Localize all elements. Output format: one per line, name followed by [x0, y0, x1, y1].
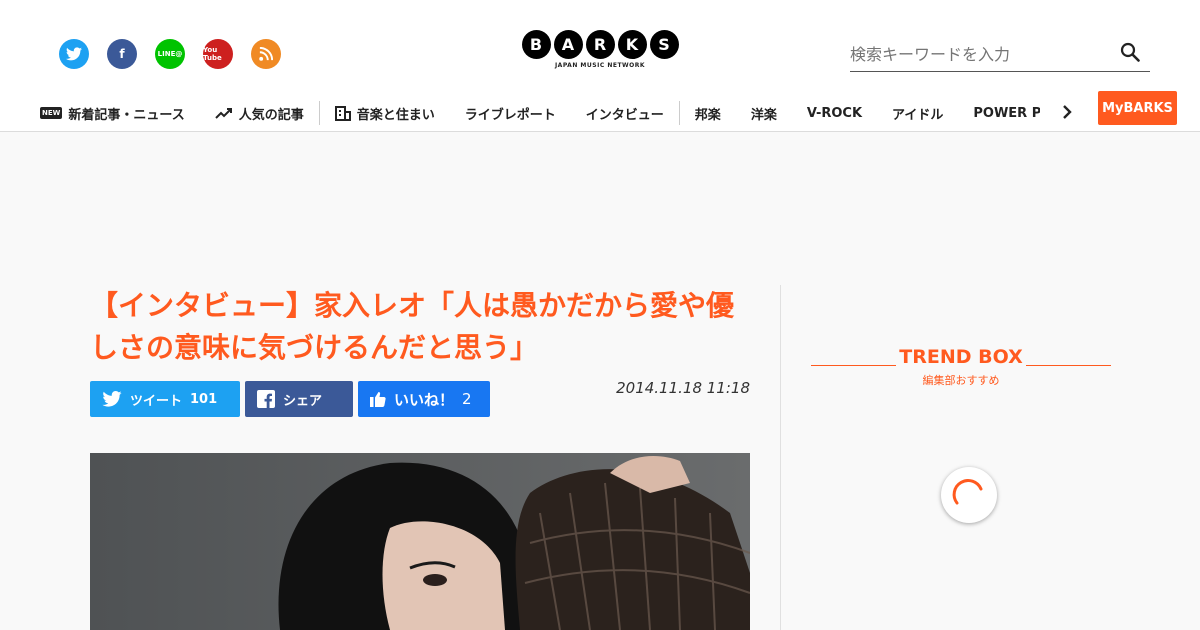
trend-box-subtitle: 編集部おすすめ: [922, 374, 1000, 387]
sidebar-divider: [780, 285, 781, 630]
publish-date: 2014.11.18 11:18: [616, 379, 750, 397]
logo-letter: A: [553, 30, 583, 59]
logo-letter: K: [617, 30, 647, 59]
nav-item-popular[interactable]: 人気の記事: [200, 104, 319, 123]
mybarks-button[interactable]: MyBARKS: [1098, 91, 1177, 125]
chevron-right-icon[interactable]: [1062, 103, 1072, 124]
tweet-label: ツイート: [130, 393, 183, 409]
facebook-icon: [257, 390, 275, 408]
logo-tagline: JAPAN MUSIC NETWORK: [554, 62, 646, 69]
facebook-icon[interactable]: f: [107, 39, 137, 69]
thumbs-up-icon: [370, 392, 386, 407]
search-box: [850, 38, 1150, 72]
nav-item-vrock[interactable]: V-ROCK: [792, 106, 877, 121]
search-input[interactable]: [850, 38, 1110, 70]
trend-rule-left: [811, 365, 896, 366]
social-links: f LINE@ You Tube: [59, 39, 281, 69]
like-count: 2: [462, 390, 472, 408]
trend-rule-right: [1026, 365, 1111, 366]
logo-letter: B: [521, 30, 551, 59]
trend-box: TREND BOX 編集部おすすめ: [811, 346, 1111, 388]
nav-item-label: POWER PUSH: [973, 105, 1040, 121]
nav-item-hogaku[interactable]: 邦楽: [680, 104, 736, 123]
nav-item-label: V-ROCK: [806, 105, 863, 121]
logo-letter: R: [585, 30, 615, 59]
logo-letter: S: [649, 30, 679, 59]
twitter-icon[interactable]: [59, 39, 89, 69]
global-nav: NEW 新着記事・ニュース 人気の記事 音楽と住まい ライブレポート インタビュ…: [40, 96, 1040, 130]
nav-item-label: 洋楽: [750, 107, 777, 123]
like-button[interactable]: いいね！ 2: [358, 381, 490, 417]
nav-item-interview[interactable]: インタビュー: [571, 104, 679, 123]
photo-placeholder: [90, 453, 750, 630]
nav-item-yogaku[interactable]: 洋楽: [736, 104, 792, 123]
nav-item-housing[interactable]: 音楽と住まい: [320, 104, 450, 123]
site-header: f LINE@ You Tube B A R K S JAPAN MUSIC N…: [0, 0, 1200, 132]
tweet-button[interactable]: ツイート 101: [90, 381, 240, 417]
trending-up-icon: [215, 108, 232, 119]
spinner-icon: [952, 479, 983, 505]
nav-item-label: インタビュー: [585, 107, 664, 123]
nav-item-idol[interactable]: アイドル: [877, 104, 958, 123]
nav-item-label: 音楽と住まい: [356, 107, 435, 123]
search-icon[interactable]: [1120, 42, 1140, 62]
twitter-icon: [102, 391, 122, 407]
article-hero-image: [90, 453, 750, 630]
nav-item-label: アイドル: [892, 107, 944, 123]
nav-item-power-push[interactable]: POWER PUSH: [958, 106, 1040, 121]
youtube-icon[interactable]: You Tube: [203, 39, 233, 69]
nav-item-live-report[interactable]: ライブレポート: [450, 104, 571, 123]
nav-item-label: 人気の記事: [238, 107, 304, 123]
like-label: いいね！: [394, 390, 455, 409]
tweet-count: 101: [190, 391, 218, 407]
nav-item-news[interactable]: NEW 新着記事・ニュース: [40, 104, 200, 123]
nav-item-label: 新着記事・ニュース: [68, 107, 185, 123]
line-icon[interactable]: LINE@: [155, 39, 185, 69]
loading-spinner: [941, 467, 997, 523]
facebook-share-button[interactable]: シェア: [245, 381, 353, 417]
logo-letters: B A R K S: [520, 30, 680, 59]
new-icon: NEW: [40, 107, 63, 119]
share-label: シェア: [283, 393, 323, 409]
article-title: 【インタビュー】家入レオ「人は愚かだから愛や優しさの意味に気づけるんだと思う」: [90, 289, 735, 364]
rss-icon[interactable]: [251, 39, 281, 69]
barks-logo[interactable]: B A R K S JAPAN MUSIC NETWORK: [520, 30, 680, 69]
building-icon: [334, 105, 351, 121]
nav-item-label: ライブレポート: [464, 107, 556, 123]
nav-item-label: 邦楽: [694, 107, 721, 123]
article-header: 【インタビュー】家入レオ「人は愚かだから愛や優しさの意味に気づけるんだと思う」 …: [90, 285, 750, 417]
